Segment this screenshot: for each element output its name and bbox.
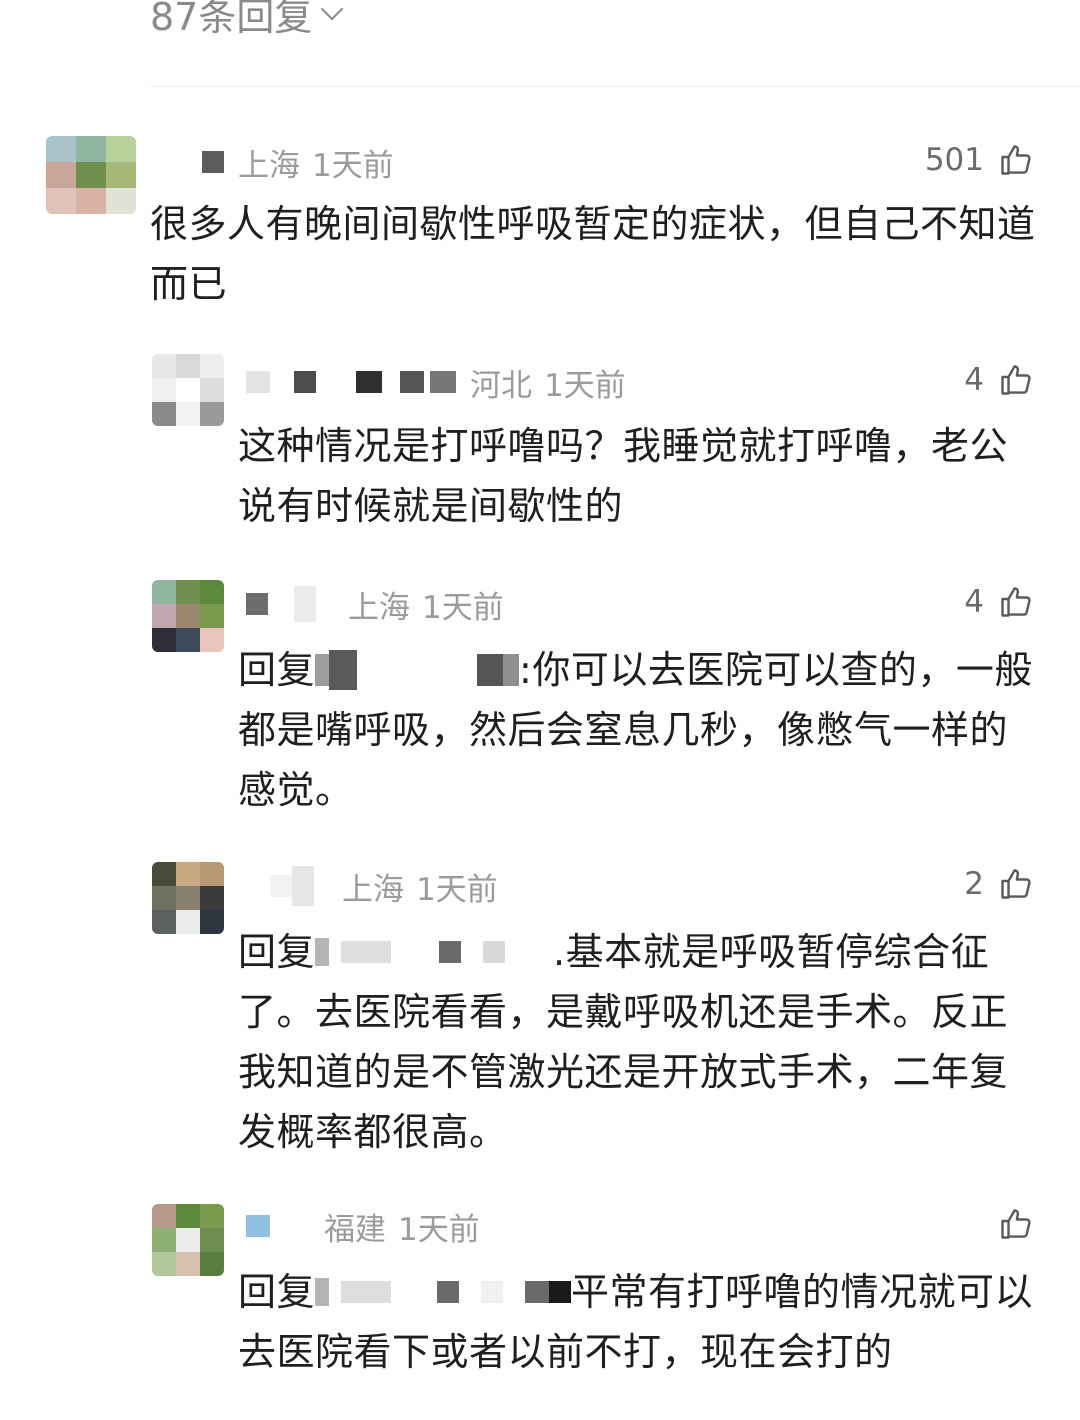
username-pixelated[interactable] [246, 1215, 310, 1237]
username-pixelated[interactable] [246, 586, 334, 622]
location: 上海 [348, 589, 410, 626]
thumbs-up-icon [1001, 145, 1031, 175]
like-count: 2 [964, 866, 984, 902]
like-button[interactable]: 4 [964, 362, 1034, 398]
mentioned-username-pixelated[interactable] [315, 1272, 572, 1312]
username-pixelated[interactable] [202, 151, 224, 173]
timestamp: 1天前 [398, 1211, 480, 1248]
comment-text: 这种情况是打呼噜吗？我睡觉就打呼噜，老公说有时候就是间歇性的 [238, 424, 1009, 528]
like-button[interactable]: 2 [964, 866, 1034, 902]
timestamp: 1天前 [416, 871, 498, 908]
thumbs-up-icon [1001, 365, 1031, 395]
mentioned-username-pixelated[interactable] [315, 932, 554, 972]
divider [150, 86, 1080, 87]
timestamp: 1天前 [422, 589, 504, 626]
reply-prefix: 回复 [238, 648, 316, 692]
timestamp: 1天前 [544, 367, 626, 404]
avatar[interactable] [152, 862, 224, 934]
comment-text: 回复 .基本就是呼吸暂停综合征了。去医院看看，是戴呼吸机还是手术。反正我知道的是不… [238, 922, 1036, 1162]
reply-count-label: 87条回复 [150, 0, 313, 39]
avatar[interactable] [152, 580, 224, 652]
like-count: 4 [964, 362, 984, 398]
reply-prefix: 回复 [238, 930, 316, 974]
like-button[interactable]: 4 [964, 584, 1034, 620]
like-button[interactable] [984, 1206, 1034, 1242]
avatar[interactable] [46, 136, 136, 214]
like-count: 4 [964, 584, 984, 620]
location: 福建 [324, 1211, 386, 1248]
comment-meta: 福建 1天前 [246, 1206, 480, 1248]
mentioned-username-pixelated[interactable] [315, 649, 520, 690]
location: 上海 [238, 147, 300, 184]
username-pixelated[interactable] [270, 866, 328, 906]
location: 上海 [342, 871, 404, 908]
thumbs-up-icon [1001, 869, 1031, 899]
chevron-down-icon [321, 0, 344, 20]
location: 河北 [470, 367, 532, 404]
comment-meta: 上海 1天前 [246, 584, 504, 626]
like-count: 501 [924, 142, 984, 178]
comment-meta: 河北 1天前 [246, 362, 626, 404]
like-button[interactable]: 501 [925, 142, 1034, 178]
reply-prefix: 回复 [238, 1270, 316, 1314]
thumbs-up-icon [1001, 587, 1031, 617]
comment-text: 很多人有晚间间歇性呼吸暂定的症状，但自己不知道而已 [150, 202, 1036, 306]
thumbs-up-icon [1001, 1209, 1031, 1239]
comment-text: 回复 平常有打呼噜的情况就可以去医院看下或者以前不打，现在会打的 [238, 1262, 1036, 1382]
avatar[interactable] [152, 1204, 224, 1276]
username-pixelated[interactable] [246, 371, 456, 393]
comment-text: 回复:你可以去医院可以查的，一般都是嘴呼吸，然后会窒息几秒，像憋气一样的感觉。 [238, 640, 1036, 820]
comment-meta: 上海 1天前 [270, 866, 498, 908]
reply-count-toggle[interactable]: 87条回复 [150, 0, 344, 41]
timestamp: 1天前 [312, 147, 394, 184]
comment-meta: 上海 1天前 [202, 142, 394, 184]
avatar[interactable] [152, 354, 224, 426]
